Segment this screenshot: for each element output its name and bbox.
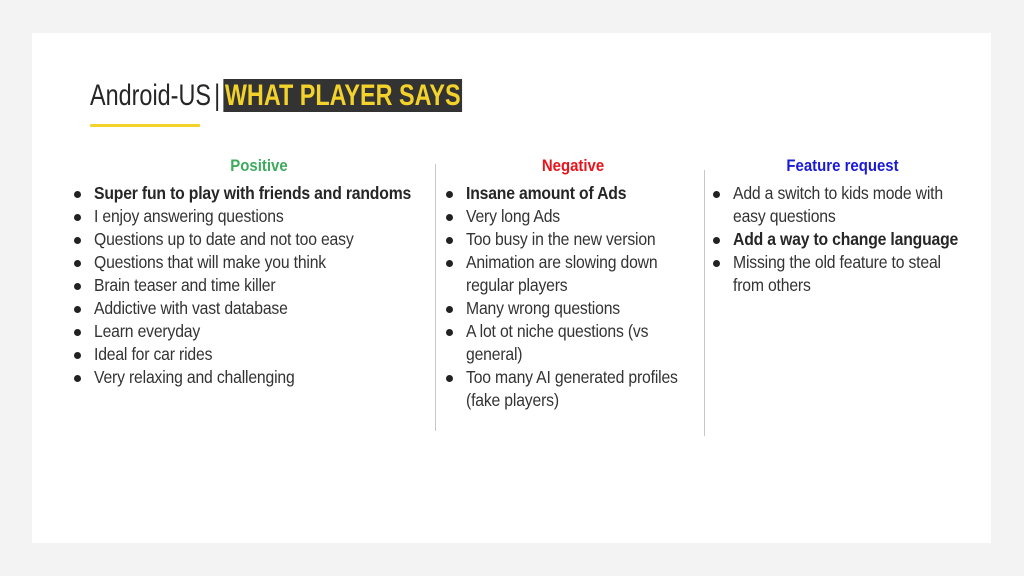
bullet-icon bbox=[446, 329, 453, 336]
bullet-icon bbox=[74, 283, 81, 290]
list-item: Very long Ads bbox=[438, 205, 708, 228]
bullet-icon bbox=[74, 260, 81, 267]
bullet-icon bbox=[446, 375, 453, 382]
list-item: Add a switch to kids mode with easy quest… bbox=[705, 182, 980, 228]
bullet-icon bbox=[74, 375, 81, 382]
title-prefix: Android-US bbox=[90, 79, 211, 112]
list-item: Add a way to change language bbox=[705, 228, 980, 251]
bullet-icon bbox=[446, 191, 453, 198]
list-item: Animation are slowing down regular player… bbox=[438, 251, 708, 297]
list-item: I enjoy answering questions bbox=[66, 205, 452, 228]
list-item: Learn everyday bbox=[66, 320, 452, 343]
bullet-icon bbox=[446, 214, 453, 221]
feature-request-heading: Feature request bbox=[786, 156, 899, 175]
list-item: Ideal for car rides bbox=[66, 343, 452, 366]
bullet-icon bbox=[74, 237, 81, 244]
list-item: Too busy in the new version bbox=[438, 228, 708, 251]
negative-column: Negative Insane amount of Ads Very long … bbox=[438, 155, 708, 412]
bullet-icon bbox=[74, 352, 81, 359]
list-item: Addictive with vast database bbox=[66, 297, 452, 320]
list-item: Questions that will make you think bbox=[66, 251, 452, 274]
bullet-icon bbox=[74, 306, 81, 313]
bullet-icon bbox=[74, 214, 81, 221]
list-item: Too many AI generated profiles (fake play… bbox=[438, 366, 708, 412]
bullet-icon bbox=[713, 260, 720, 267]
list-item: A lot ot niche questions (vs general) bbox=[438, 320, 708, 366]
bullet-icon bbox=[74, 191, 81, 198]
list-item: Many wrong questions bbox=[438, 297, 708, 320]
list-item: Insane amount of Ads bbox=[438, 182, 708, 205]
list-item: Missing the old feature to steal from oth… bbox=[705, 251, 980, 297]
bullet-icon bbox=[446, 306, 453, 313]
list-item: Super fun to play with friends and rando… bbox=[66, 182, 452, 205]
feature-request-list: Add a switch to kids mode with easy quest… bbox=[705, 182, 980, 297]
title-underline bbox=[90, 124, 200, 127]
positive-heading: Positive bbox=[230, 156, 288, 175]
slide: Android-US | WHAT PLAYER SAYS Positive Sup… bbox=[32, 33, 991, 543]
title-separator: | bbox=[214, 79, 221, 112]
feature-request-column: Feature request Add a switch to kids mod… bbox=[705, 155, 980, 297]
column-divider bbox=[435, 164, 436, 431]
slide-title: Android-US | WHAT PLAYER SAYS bbox=[90, 78, 463, 114]
bullet-icon bbox=[713, 191, 720, 198]
bullet-icon bbox=[446, 260, 453, 267]
negative-heading: Negative bbox=[541, 156, 605, 175]
list-item: Questions up to date and not too easy bbox=[66, 228, 452, 251]
bullet-icon bbox=[74, 329, 81, 336]
bullet-icon bbox=[446, 237, 453, 244]
negative-list: Insane amount of Ads Very long Ads Too b… bbox=[438, 182, 708, 412]
title-highlight: WHAT PLAYER SAYS bbox=[223, 79, 463, 112]
bullet-icon bbox=[713, 237, 720, 244]
list-item: Brain teaser and time killer bbox=[66, 274, 452, 297]
list-item: Very relaxing and challenging bbox=[66, 366, 452, 389]
positive-list: Super fun to play with friends and rando… bbox=[66, 182, 452, 389]
positive-column: Positive Super fun to play with friends … bbox=[66, 155, 452, 389]
